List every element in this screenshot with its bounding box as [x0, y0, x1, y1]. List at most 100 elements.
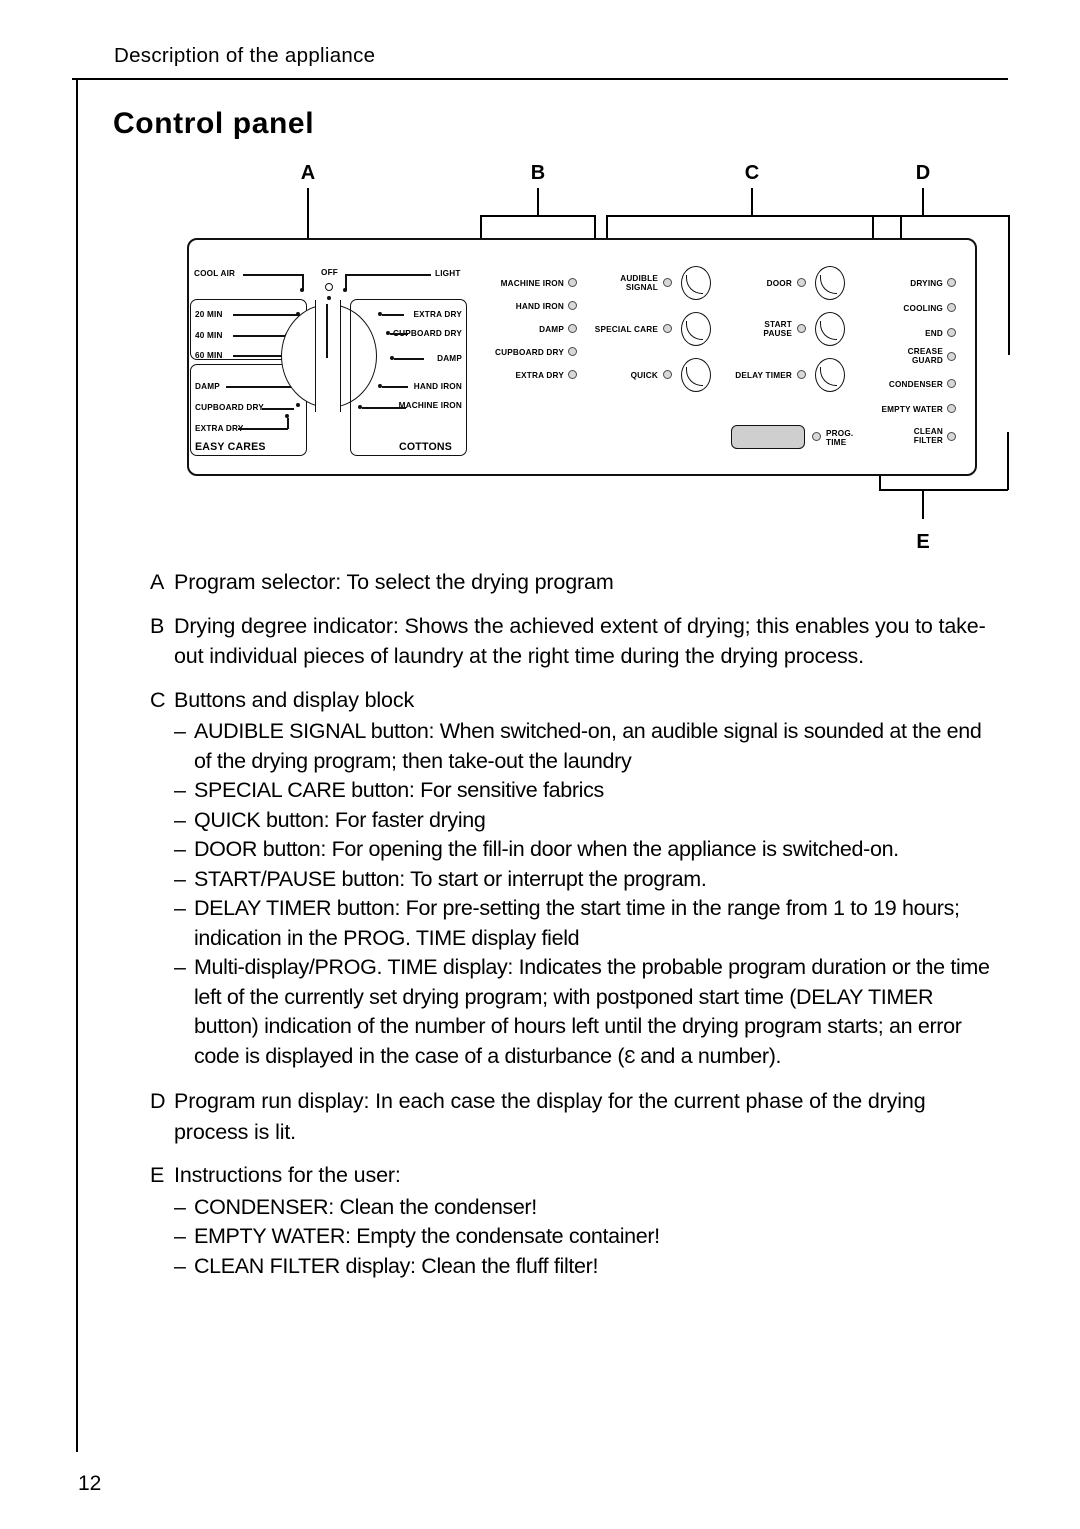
run-drying-label: DRYING [910, 279, 943, 288]
callout-label-c: C [744, 162, 760, 184]
timed-40min-label: 40 MIN [195, 331, 223, 340]
callout-leader-d [922, 188, 924, 216]
degree-damp-label: DAMP [539, 325, 564, 334]
e-subitem-mark-1: – [174, 1224, 186, 1248]
run-drying-led [947, 278, 956, 287]
c-subitem-text-4: START/PAUSE button: To start or interrup… [194, 866, 707, 891]
c-subitem-text-6: Multi-display/PROG. TIME display: Indica… [194, 953, 1000, 1073]
callout-label-b: B [530, 162, 546, 184]
degree-extra-dry-label: EXTRA DRY [515, 371, 564, 380]
description-item-c: C Buttons and display block [150, 685, 1000, 716]
callout-bracket-d-right [1008, 215, 1010, 355]
item-text-b: Drying degree indicator: Shows the achie… [174, 613, 986, 669]
easy-cares-group-label: EASY CARES [195, 441, 266, 453]
selector-off-circle [325, 283, 333, 291]
callout-label-e: E [916, 531, 930, 553]
e-subitem-condenser: – CONDENSER: Clean the condenser! [174, 1193, 1000, 1223]
special-care-button[interactable] [681, 312, 711, 346]
easy-cares-damp-label: DAMP [195, 382, 220, 391]
cottons-damp-lead [394, 358, 424, 360]
c-subitem-start-pause: – START/PAUSE button: To start or interr… [174, 865, 1000, 895]
timed-60min-label: 60 MIN [195, 351, 223, 360]
selector-cool-air-label: COOL AIR [194, 269, 236, 278]
c-subitem-special-care: – SPECIAL CARE button: For sensitive fab… [174, 776, 1000, 806]
easy-cares-damp-lead [226, 386, 296, 388]
prog-time-display [731, 425, 805, 449]
button-quick-led [663, 370, 672, 379]
run-clean-filter-label: CLEAN FILTER [913, 427, 943, 445]
timed-20min-label: 20 MIN [195, 310, 223, 319]
multi-display-text-part1: Multi-display/PROG. TIME display: Indica… [194, 955, 990, 1068]
button-audible-signal-led [663, 278, 672, 287]
c-subitem-mark-0: – [174, 719, 186, 743]
run-empty-water-label: EMPTY WATER [881, 405, 943, 414]
description-item-d: D Program run display: In each case the … [150, 1086, 1000, 1147]
item-text-e: Instructions for the user: [174, 1163, 401, 1187]
degree-damp-led [568, 324, 577, 333]
run-empty-water-led [947, 404, 956, 413]
cottons-extra-dry-lead [382, 314, 404, 316]
selector-off-label: OFF [321, 268, 338, 277]
button-special-care-led [663, 324, 672, 333]
c-subitem-text-0: AUDIBLE SIGNAL button: When switched-on,… [194, 719, 982, 773]
item-text-d: Program run display: In each case the di… [174, 1089, 926, 1144]
callout-leader-b [537, 188, 539, 216]
button-door-led [797, 278, 806, 287]
run-cooling-led [947, 303, 956, 312]
quick-button[interactable] [681, 358, 711, 392]
easy-cares-extra-dry-label: EXTRA DRY [195, 424, 244, 433]
run-crease-guard-led [947, 352, 956, 361]
cottons-extra-dry-label: EXTRA DRY [413, 310, 462, 319]
item-mark-a: A [150, 570, 165, 594]
easy-cares-extra-dry-lead-v [287, 418, 289, 429]
callout-bracket-d-top [872, 215, 1010, 217]
button-start-pause-label: START PAUSE [763, 320, 792, 338]
easy-cares-cupboard-dry-label: CUPBOARD DRY [195, 403, 264, 412]
button-delay-timer-led [797, 370, 806, 379]
callout-label-a: A [300, 162, 316, 184]
start-pause-button[interactable] [815, 312, 845, 346]
run-end-led [947, 328, 956, 337]
easy-cares-cupboard-dry-lead [262, 408, 294, 410]
cottons-machine-iron-lead [362, 407, 406, 409]
selector-light-label: LIGHT [435, 269, 461, 278]
multi-display-text-part2: and a number). [634, 1043, 782, 1068]
button-door-label: DOOR [766, 279, 792, 288]
button-delay-timer-label: DELAY TIMER [735, 371, 792, 380]
callout-leader-e [922, 489, 924, 519]
description-item-e: E Instructions for the user: [150, 1160, 1000, 1191]
e-subitem-mark-2: – [174, 1253, 186, 1278]
page-title: Control panel [113, 107, 315, 140]
door-button[interactable] [815, 266, 845, 300]
c-subitem-text-3: DOOR button: For opening the fill-in doo… [194, 837, 899, 861]
cottons-group [350, 299, 467, 456]
page-number: 12 [78, 1472, 102, 1495]
c-subitem-text-1: SPECIAL CARE button: For sensitive fabri… [194, 778, 604, 802]
timed-60min-lead [233, 355, 287, 357]
callout-bracket-e-bottom [879, 489, 1008, 491]
c-subitem-quick: – QUICK button: For faster drying [174, 806, 1000, 836]
audible-signal-button[interactable] [681, 266, 711, 300]
left-margin-rule [76, 78, 78, 1452]
description-item-b: B Drying degree indicator: Shows the ach… [150, 611, 1000, 672]
e-subitem-text-1: EMPTY WATER: Empty the condensate contai… [194, 1224, 660, 1248]
callout-leader-c [751, 188, 753, 216]
description-list: A Program selector: To select the drying… [150, 567, 1000, 1281]
run-condenser-led [947, 379, 956, 388]
degree-extra-dry-led [568, 370, 577, 379]
item-mark-b: B [150, 613, 165, 638]
e-subitem-empty-water: – EMPTY WATER: Empty the condensate cont… [174, 1222, 1000, 1252]
item-text-a: Program selector: To select the drying p… [174, 570, 614, 594]
delay-timer-button[interactable] [815, 358, 845, 392]
easy-cares-extra-dry-lead [238, 428, 288, 430]
timed-20min-lead [233, 314, 298, 316]
run-clean-filter-led [947, 432, 956, 441]
header-rule [72, 78, 1008, 80]
degree-machine-iron-label: MACHINE IRON [500, 279, 564, 288]
degree-hand-iron-label: HAND IRON [515, 302, 564, 311]
item-mark-c: C [150, 687, 166, 712]
cottons-hand-iron-label: HAND IRON [413, 382, 462, 391]
item-text-c: Buttons and display block [174, 687, 415, 712]
c-subitem-mark-1: – [174, 778, 186, 802]
c-subitem-mark-5: – [174, 896, 186, 920]
